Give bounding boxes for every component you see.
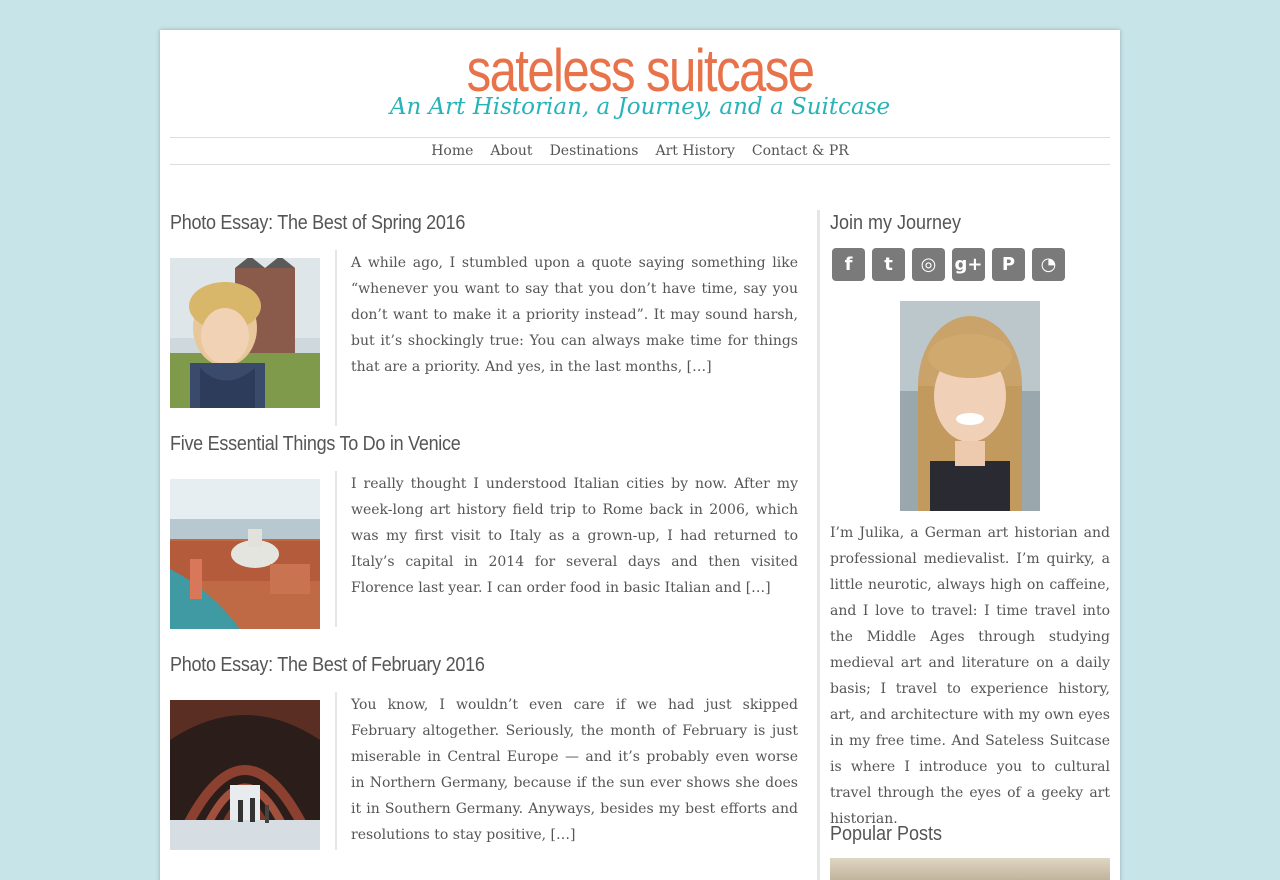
post-excerpt: A while ago, I stumbled upon a quote say… bbox=[351, 255, 798, 375]
post-excerpt-block: A while ago, I stumbled upon a quote say… bbox=[335, 250, 798, 426]
nav-item-destinations[interactable]: Destinations bbox=[550, 143, 639, 159]
post-excerpt-block: I really thought I understood Italian ci… bbox=[335, 471, 798, 627]
post-excerpt: I really thought I understood Italian ci… bbox=[351, 476, 798, 596]
author-photo bbox=[900, 301, 1040, 511]
post-thumbnail[interactable] bbox=[170, 700, 320, 850]
twitter-icon[interactable]: t bbox=[872, 248, 905, 281]
page-container: sateless suitcase An Art Historian, a Jo… bbox=[160, 30, 1120, 880]
nav-item-art-history[interactable]: Art History bbox=[655, 143, 734, 159]
rss-icon[interactable]: ◔ bbox=[1032, 248, 1065, 281]
post-title-link[interactable]: Photo Essay: The Best of Spring 2016 bbox=[170, 210, 735, 235]
sidebar: Join my Journey f t ◎ g+ P ◔ I’m Julika,… bbox=[830, 210, 1110, 880]
author-bio: I’m Julika, a German art historian and p… bbox=[830, 525, 1110, 827]
instagram-icon[interactable]: ◎ bbox=[912, 248, 945, 281]
site-tagline: An Art Historian, a Journey, and a Suitc… bbox=[389, 94, 891, 120]
social-links: f t ◎ g+ P ◔ bbox=[832, 248, 1065, 281]
nav-item-contact[interactable]: Contact & PR bbox=[752, 143, 849, 159]
sidebar-divider bbox=[817, 210, 820, 880]
post-excerpt: You know, I wouldn’t even care if we had… bbox=[351, 697, 798, 843]
popular-post-thumbnail[interactable] bbox=[830, 858, 1110, 880]
post-list: Photo Essay: The Best of Spring 2016 A w… bbox=[170, 210, 798, 880]
post-title-link[interactable]: Photo Essay: The Best of February 2016 bbox=[170, 652, 735, 677]
nav-item-home[interactable]: Home bbox=[431, 143, 473, 159]
post-excerpt-block: You know, I wouldn’t even care if we had… bbox=[335, 692, 798, 850]
main-nav: Home About Destinations Art History Cont… bbox=[170, 137, 1110, 165]
nav-item-about[interactable]: About bbox=[490, 143, 532, 159]
widget-title-join: Join my Journey bbox=[830, 212, 962, 234]
post-thumbnail[interactable] bbox=[170, 258, 320, 408]
post-thumbnail[interactable] bbox=[170, 479, 320, 629]
pinterest-icon[interactable]: P bbox=[992, 248, 1025, 281]
post-item: Five Essential Things To Do in Venice I … bbox=[170, 431, 798, 629]
post-item: Photo Essay: The Best of February 2016 Y… bbox=[170, 652, 798, 850]
facebook-icon[interactable]: f bbox=[832, 248, 865, 281]
post-item: Photo Essay: The Best of Spring 2016 A w… bbox=[170, 210, 798, 426]
google-plus-icon[interactable]: g+ bbox=[952, 248, 985, 281]
widget-title-popular: Popular Posts bbox=[830, 823, 943, 845]
post-title-link[interactable]: Five Essential Things To Do in Venice bbox=[170, 431, 735, 456]
